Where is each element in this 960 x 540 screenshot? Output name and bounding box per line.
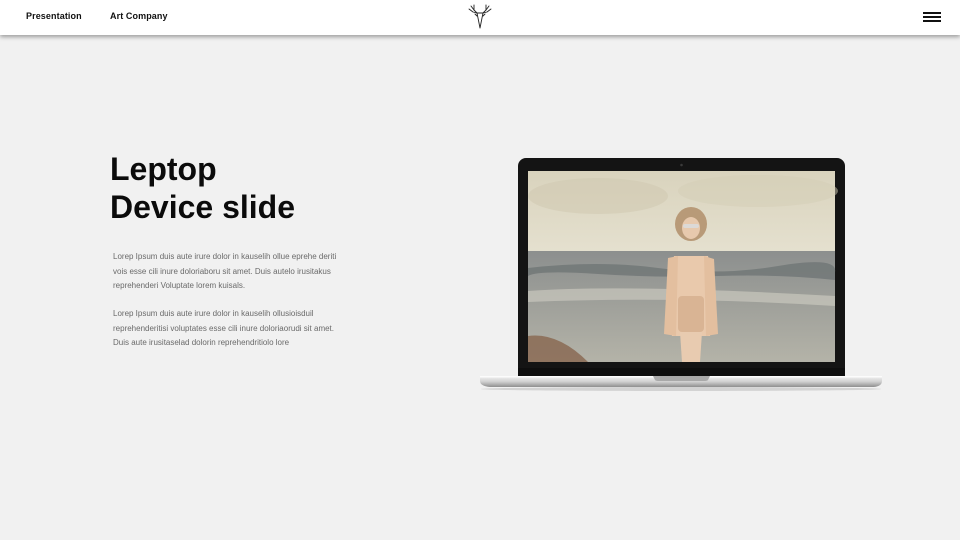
- nav-link-art-company[interactable]: Art Company: [110, 11, 168, 21]
- laptop-thumb-notch: [653, 376, 710, 381]
- slide-title-line-1: Leptop: [110, 151, 217, 187]
- description-paragraph-1: Lorep Ipsum duis aute irure dolor in kau…: [113, 252, 337, 290]
- deer-head-icon[interactable]: [468, 4, 492, 30]
- nav-link-presentation[interactable]: Presentation: [26, 11, 82, 21]
- camera-dot: [680, 163, 683, 167]
- hamburger-menu-icon[interactable]: [923, 11, 941, 24]
- description-paragraph-2: Lorep Ipsum duis aute irure dolor in kau…: [113, 309, 334, 347]
- laptop-mockup: [480, 158, 882, 391]
- slide-title-line-2: Device slide: [110, 189, 295, 225]
- top-navigation-bar: Presentation Art Company: [0, 0, 960, 35]
- laptop-screen-photo: [528, 171, 838, 362]
- slide-title: Leptop Device slide: [110, 150, 295, 226]
